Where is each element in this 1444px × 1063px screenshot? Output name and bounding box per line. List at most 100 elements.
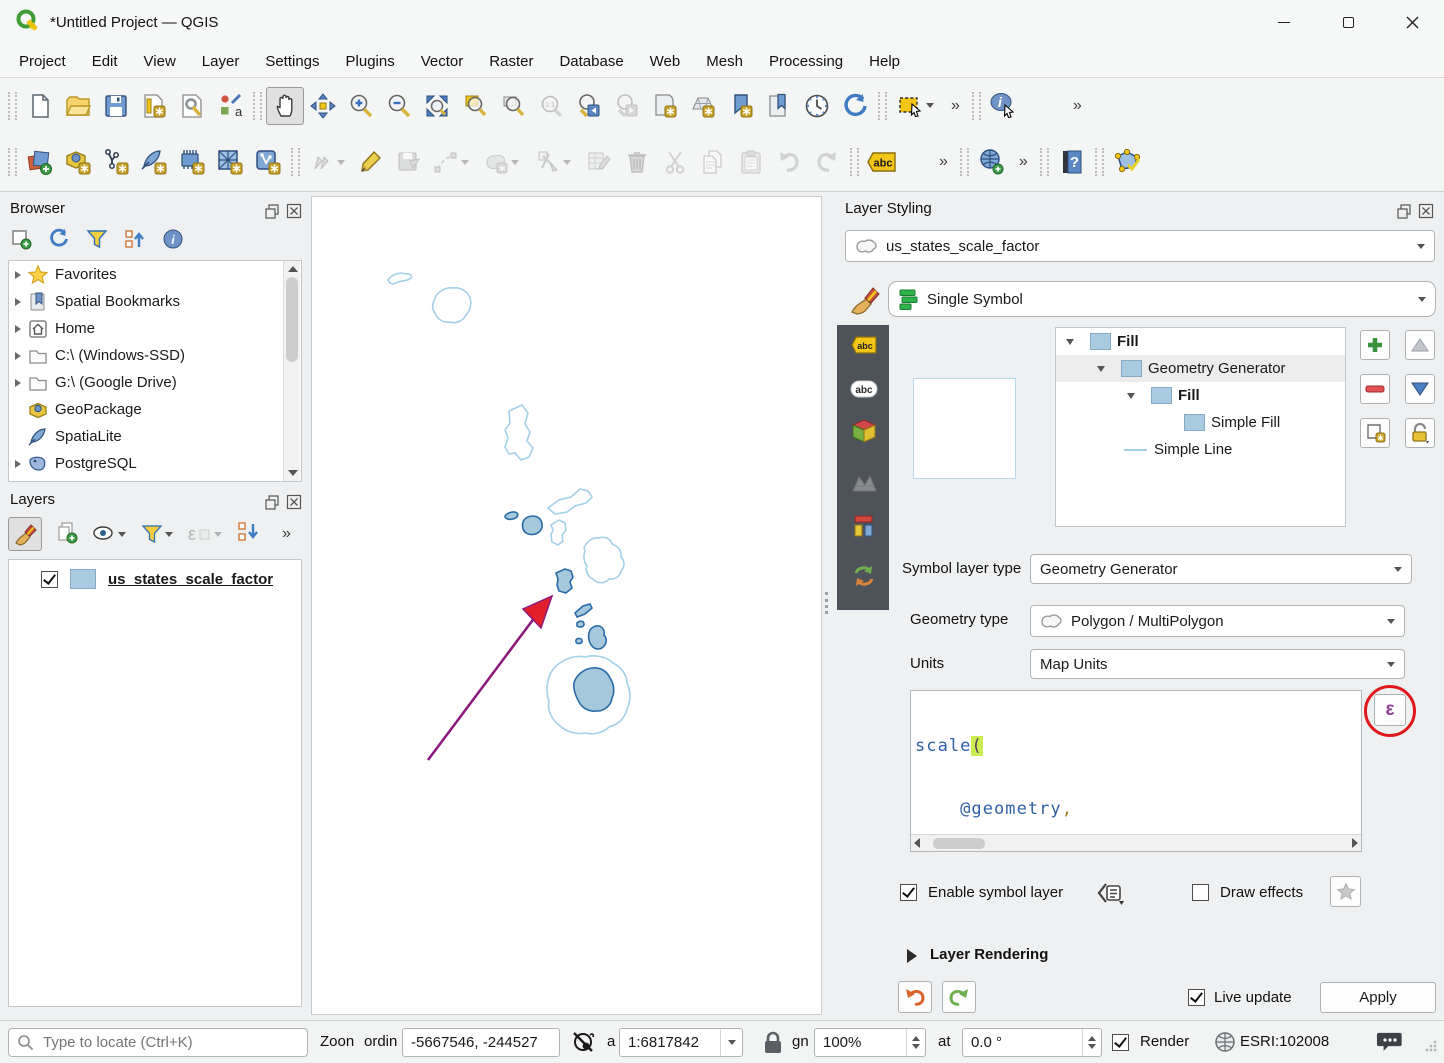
save-project-button[interactable] xyxy=(97,87,135,125)
expander-icon[interactable] xyxy=(15,460,21,468)
toolbar-grip[interactable] xyxy=(960,148,969,176)
browser-properties-button[interactable]: i xyxy=(162,228,184,254)
minimize-button[interactable] xyxy=(1252,0,1316,45)
toolbar-grip[interactable] xyxy=(1040,148,1049,176)
manage-visibility-button[interactable] xyxy=(92,524,128,544)
symbol-node-fill2[interactable]: Fill xyxy=(1056,382,1345,409)
current-edits-button[interactable] xyxy=(304,143,352,181)
layer-name[interactable]: us_states_scale_factor xyxy=(108,571,273,588)
styling-layer-selector[interactable]: us_states_scale_factor xyxy=(845,230,1435,262)
renderer-combo[interactable]: Single Symbol xyxy=(888,281,1436,317)
layers-toolbar-overflow[interactable]: » xyxy=(274,525,299,543)
locate-input[interactable] xyxy=(41,1033,299,1052)
browser-item-spatialite[interactable]: SpatiaLite xyxy=(9,423,301,450)
float-panel-button[interactable] xyxy=(263,202,280,219)
menu-processing[interactable]: Processing xyxy=(756,49,856,74)
new-map-view-button[interactable] xyxy=(646,87,684,125)
duplicate-symbol-layer-button[interactable] xyxy=(1360,418,1390,448)
float-panel-button[interactable] xyxy=(263,493,280,510)
new-3d-map-view-button[interactable] xyxy=(684,87,722,125)
new-gpx-layer-button[interactable] xyxy=(249,143,287,181)
toolbar-grip[interactable] xyxy=(253,92,262,120)
select-features-button[interactable] xyxy=(891,87,943,125)
enable-symbol-layer-checkbox[interactable] xyxy=(900,884,917,901)
check-geometries-button[interactable] xyxy=(1108,143,1146,181)
zoom-to-layer-button[interactable] xyxy=(494,87,532,125)
locate-box[interactable] xyxy=(8,1028,308,1057)
live-update-checkbox[interactable] xyxy=(1188,989,1205,1006)
copy-features-button[interactable] xyxy=(694,143,732,181)
geometry-expression-editor[interactable]: scale( @geometry, "scale_factor", "scale… xyxy=(910,690,1362,852)
new-spatialite-layer-button[interactable] xyxy=(135,143,173,181)
expander-icon[interactable] xyxy=(1097,366,1105,372)
browser-filter-button[interactable] xyxy=(86,228,108,254)
menu-edit[interactable]: Edit xyxy=(79,49,131,74)
magnifier-spinbox[interactable]: 100% xyxy=(814,1028,926,1057)
apply-button[interactable]: Apply xyxy=(1320,982,1436,1013)
toggle-editing-button[interactable] xyxy=(352,143,390,181)
style-manager-button[interactable]: a xyxy=(211,87,249,125)
menu-view[interactable]: View xyxy=(131,49,189,74)
zoom-next-button[interactable] xyxy=(608,87,646,125)
expander-icon[interactable] xyxy=(1127,393,1135,399)
map-canvas[interactable] xyxy=(311,196,822,1015)
toolbar-grip[interactable] xyxy=(878,92,887,120)
browser-item-postgresql[interactable]: PostgreSQL xyxy=(9,450,301,477)
filter-legend-button[interactable] xyxy=(141,524,175,544)
add-symbol-layer-button[interactable] xyxy=(1360,330,1390,360)
spin-up-icon[interactable] xyxy=(1088,1036,1096,1041)
move-down-button[interactable] xyxy=(1405,374,1435,404)
symbol-node-geometry-generator[interactable]: Geometry Generator xyxy=(1056,355,1345,382)
zoom-last-button[interactable] xyxy=(570,87,608,125)
splitter-handle[interactable] xyxy=(825,592,828,614)
browser-collapse-all-button[interactable] xyxy=(124,228,146,254)
spin-down-icon[interactable] xyxy=(1088,1044,1096,1049)
menu-layer[interactable]: Layer xyxy=(189,49,253,74)
zoom-out-button[interactable] xyxy=(380,87,418,125)
browser-add-layer-button[interactable] xyxy=(10,228,32,254)
filter-expression-button[interactable]: ε xyxy=(188,524,224,545)
tab-history[interactable] xyxy=(851,563,877,593)
scroll-down-icon[interactable] xyxy=(288,470,298,476)
new-print-layout-button[interactable] xyxy=(135,87,173,125)
expression-h-scrollbar[interactable] xyxy=(911,834,1361,851)
menu-database[interactable]: Database xyxy=(546,49,636,74)
open-project-button[interactable] xyxy=(59,87,97,125)
save-layer-edits-button[interactable] xyxy=(390,143,428,181)
new-project-button[interactable] xyxy=(21,87,59,125)
pan-to-selection-button[interactable] xyxy=(304,87,342,125)
browser-item-g-drive[interactable]: G:\ (Google Drive) xyxy=(9,369,301,396)
draw-effects-checkbox[interactable] xyxy=(1192,884,1209,901)
symbol-layer-type-combo[interactable]: Geometry Generator xyxy=(1030,554,1412,584)
add-group-button[interactable] xyxy=(55,520,79,548)
symbol-node-fill[interactable]: Fill xyxy=(1056,328,1345,355)
style-redo-button[interactable] xyxy=(942,981,976,1013)
layer-visibility-checkbox[interactable] xyxy=(41,571,58,588)
refresh-map-button[interactable] xyxy=(836,87,874,125)
scrollbar-thumb[interactable] xyxy=(933,838,985,849)
show-spatial-bookmarks-button[interactable] xyxy=(760,87,798,125)
browser-item-geopackage[interactable]: GeoPackage xyxy=(9,396,301,423)
zoom-full-extent-button[interactable] xyxy=(418,87,456,125)
delete-selected-button[interactable] xyxy=(618,143,656,181)
scroll-right-icon[interactable] xyxy=(1352,838,1358,848)
new-virtual-layer-button[interactable] xyxy=(173,143,211,181)
toolbar-overflow-button[interactable]: » xyxy=(931,153,956,171)
maximize-button[interactable] xyxy=(1316,0,1380,45)
modify-attributes-button[interactable] xyxy=(580,143,618,181)
spin-up-icon[interactable] xyxy=(912,1036,920,1041)
new-shapefile-layer-button[interactable] xyxy=(97,143,135,181)
browser-scrollbar[interactable] xyxy=(283,261,300,481)
cut-features-button[interactable] xyxy=(656,143,694,181)
remove-symbol-layer-button[interactable] xyxy=(1360,374,1390,404)
coordinate-box[interactable]: -5667546, -244527 xyxy=(402,1028,560,1057)
menu-settings[interactable]: Settings xyxy=(252,49,332,74)
toolbar-overflow-button[interactable]: » xyxy=(1011,153,1036,171)
menu-mesh[interactable]: Mesh xyxy=(693,49,756,74)
toolbar-overflow-button[interactable]: » xyxy=(943,97,968,115)
toolbar-grip[interactable] xyxy=(1095,148,1104,176)
extents-icon[interactable] xyxy=(570,1029,598,1061)
resize-grip[interactable] xyxy=(1424,1039,1438,1057)
expand-collapse-all-button[interactable] xyxy=(237,521,261,547)
render-checkbox[interactable] xyxy=(1112,1034,1129,1051)
